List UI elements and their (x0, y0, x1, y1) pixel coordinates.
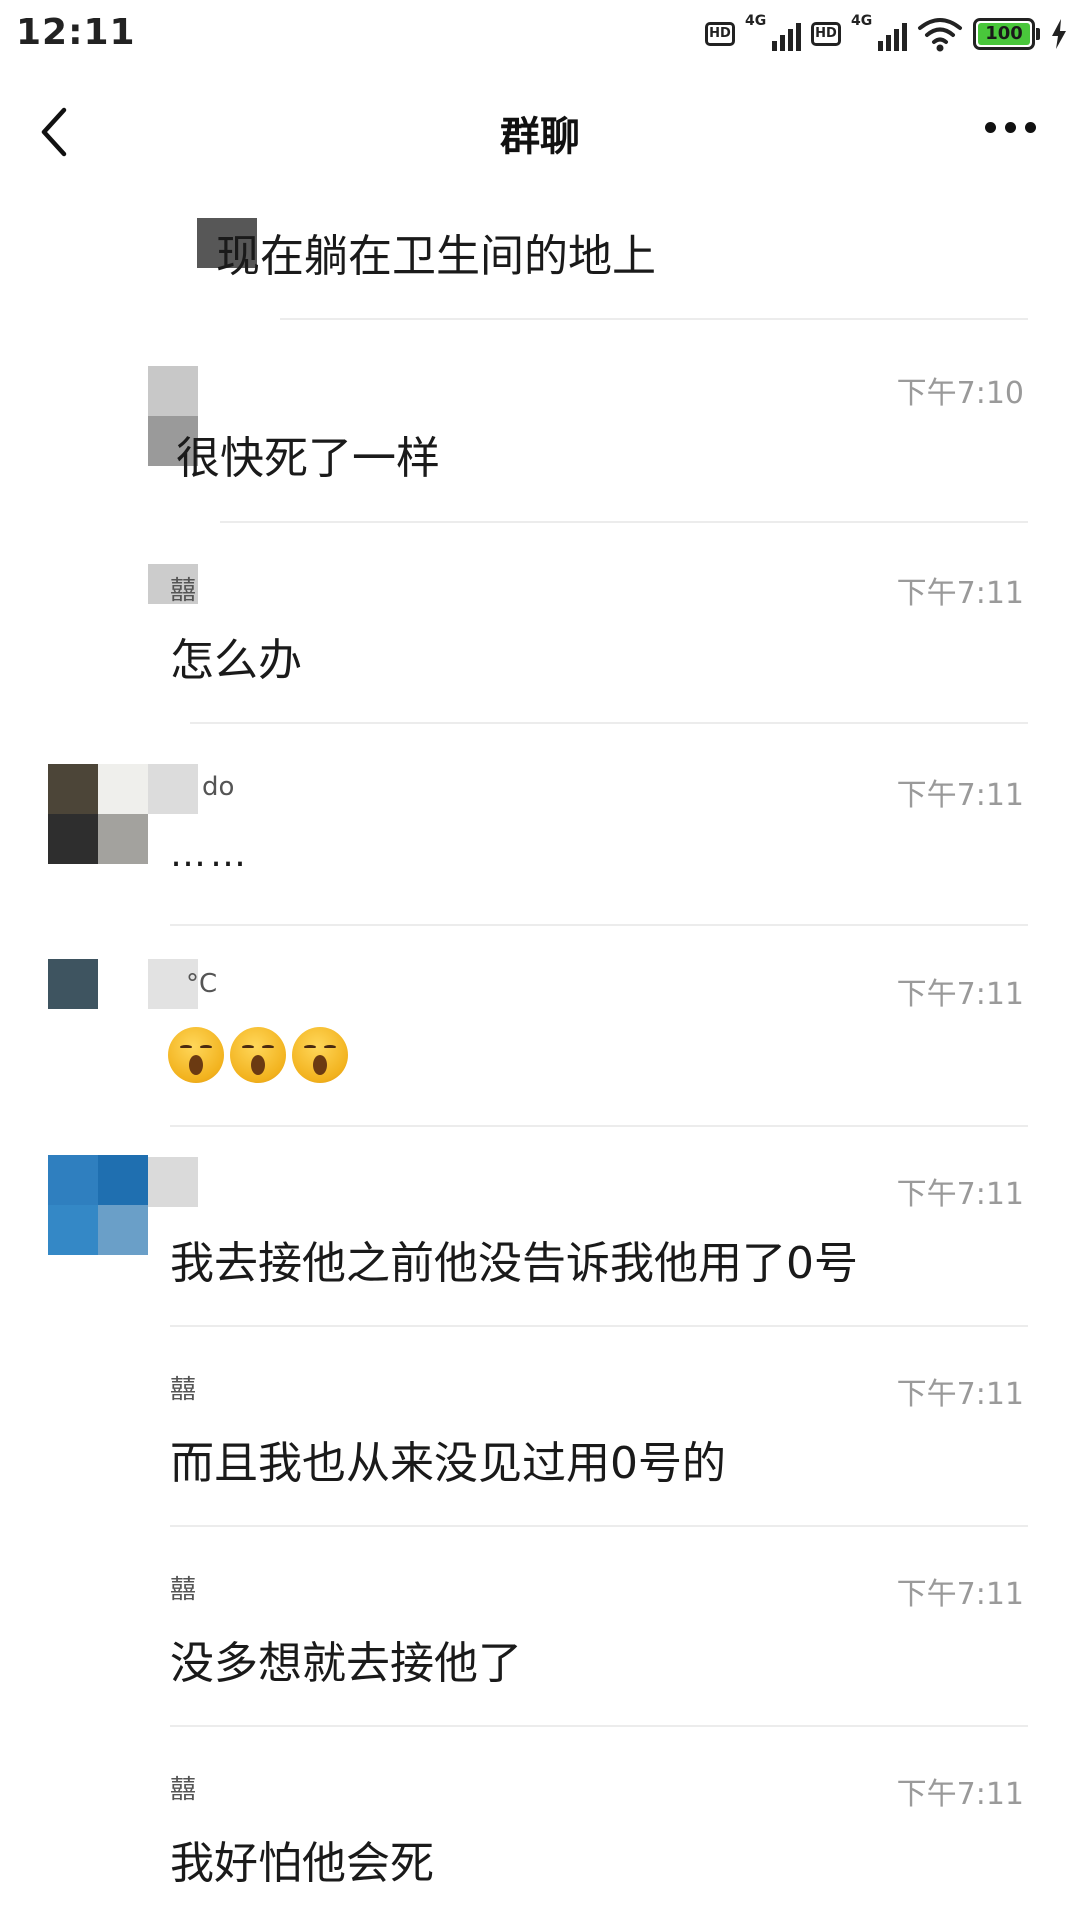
message-item[interactable]: °C 下午7:11 (0, 935, 1080, 1135)
separator (170, 1125, 1028, 1127)
message-item[interactable]: 下午7:11 我去接他之前他没告诉我他用了0号 (0, 1135, 1080, 1335)
message-text: 我好怕他会死 (170, 1838, 434, 1889)
sleeping-face-icon (168, 1027, 224, 1083)
avatar[interactable] (48, 959, 98, 1009)
avatar[interactable] (48, 1155, 148, 1255)
message-time: 下午7:11 (896, 778, 1024, 813)
battery-icon: 100 (973, 18, 1040, 50)
separator (280, 318, 1028, 320)
message-item[interactable]: 囍 下午7:11 而且我也从来没见过用0号的 (0, 1335, 1080, 1535)
separator (190, 722, 1028, 724)
message-text: 现在躺在卫生间的地上 (216, 231, 656, 282)
emoji-row (168, 1027, 348, 1083)
message-text: 而且我也从来没见过用0号的 (170, 1438, 726, 1489)
message-time: 下午7:11 (896, 1777, 1024, 1812)
message-text: …… (170, 834, 250, 875)
message-text: 怎么办 (170, 635, 302, 686)
network-type: 4G (745, 13, 767, 29)
blurred-name (148, 366, 198, 416)
message-item[interactable]: do 下午7:11 …… (0, 734, 1080, 934)
sender-name: 囍 (170, 576, 197, 606)
message-time: 下午7:11 (896, 977, 1024, 1012)
message-time: 下午7:11 (896, 1377, 1024, 1412)
wifi-icon (918, 18, 962, 52)
message-time: 下午7:11 (896, 1177, 1024, 1212)
message-text: 很快死了一样 (176, 433, 440, 484)
separator (170, 1525, 1028, 1527)
signal-icon: 4G (745, 13, 801, 53)
message-text: 没多想就去接他了 (170, 1638, 522, 1689)
signal-icon-2: 4G (851, 13, 907, 53)
blurred-name (148, 1157, 198, 1207)
avatar[interactable] (48, 764, 148, 864)
message-time: 下午7:11 (896, 576, 1024, 611)
hd-icon-2: HD (811, 22, 841, 46)
sender-name: 囍 (170, 1375, 197, 1405)
page-title: 群聊 (500, 114, 580, 160)
separator (170, 924, 1028, 926)
sender-name: 囍 (170, 1575, 197, 1605)
message-item[interactable]: 囍 下午7:11 没多想就去接他了 (0, 1535, 1080, 1735)
sender-name: do (202, 772, 235, 802)
message-time: 下午7:11 (896, 1577, 1024, 1612)
separator (170, 1725, 1028, 1727)
network-type-2: 4G (851, 13, 873, 29)
sender-name: °C (186, 969, 218, 999)
message-item[interactable]: 囍 下午7:11 怎么办 (0, 532, 1080, 732)
blurred-name (148, 764, 198, 814)
message-text: 我去接他之前他没告诉我他用了0号 (170, 1238, 858, 1289)
separator (170, 1325, 1028, 1327)
separator (220, 521, 1028, 523)
message-item[interactable]: 囍 下午7:11 我好怕他会死 (0, 1735, 1080, 1920)
hd-icon: HD (705, 22, 735, 46)
battery-level: 100 (978, 23, 1030, 45)
sender-name: 囍 (170, 1775, 197, 1805)
message-item[interactable]: 下午7:10 很快死了一样 (0, 330, 1080, 530)
more-icon[interactable] (985, 122, 1036, 133)
status-bar: 12:11 HD 4G HD 4G 100 (0, 0, 1080, 70)
status-time: 12:11 (16, 12, 136, 53)
message-time: 下午7:10 (896, 376, 1024, 411)
sleeping-face-icon (292, 1027, 348, 1083)
status-icons: HD 4G HD 4G 100 (705, 13, 1068, 54)
message-item[interactable]: 现在躺在卫生间的地上 (0, 160, 1080, 330)
sleeping-face-icon (230, 1027, 286, 1083)
charging-icon (1052, 19, 1066, 49)
